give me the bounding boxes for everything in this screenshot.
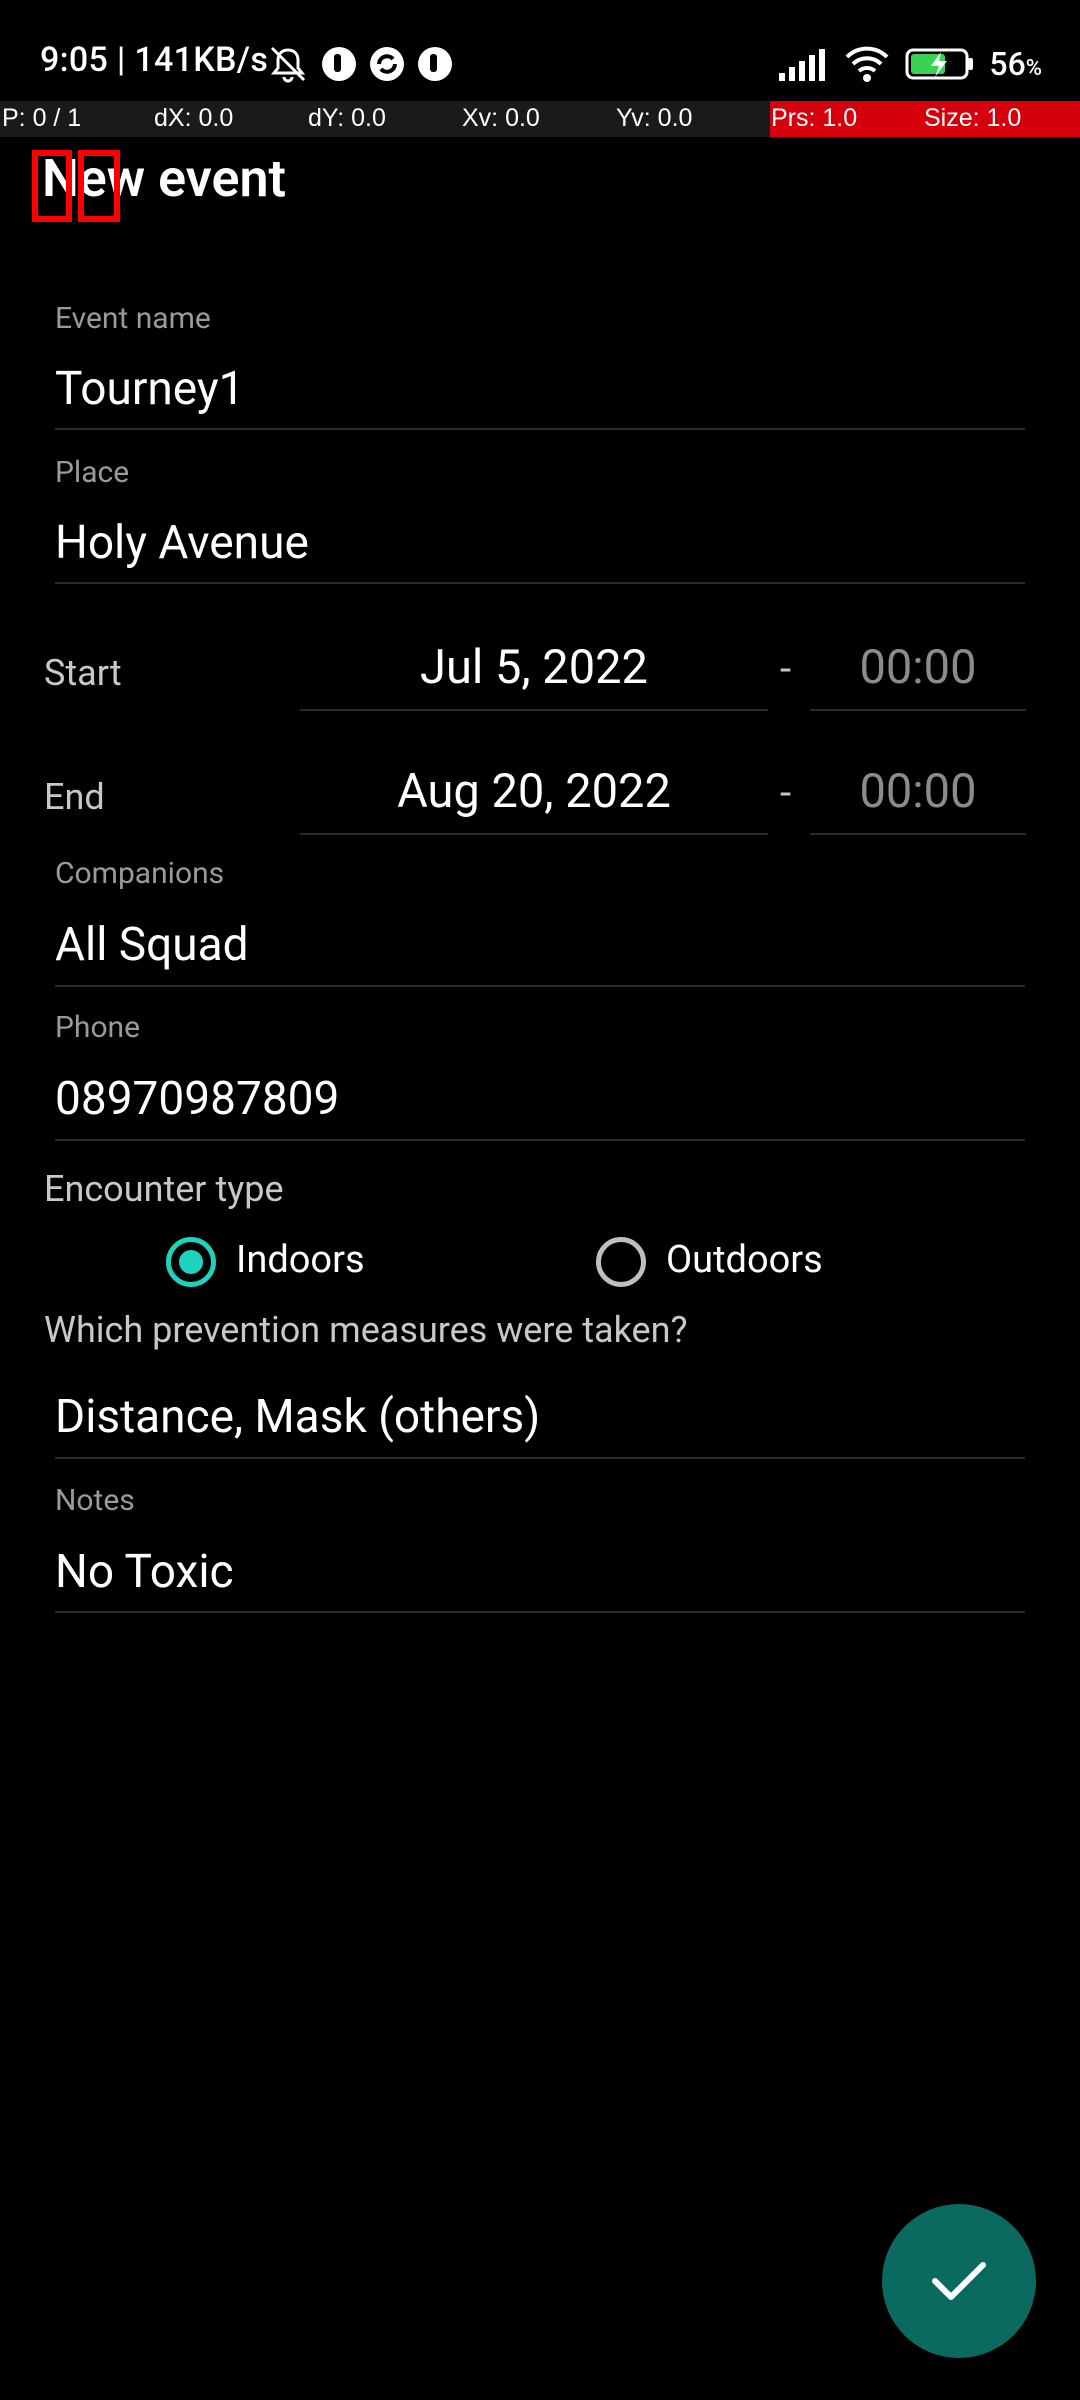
indoors-radio[interactable] bbox=[166, 1237, 216, 1287]
wifi-icon bbox=[845, 46, 889, 82]
outdoors-radio-label[interactable]: Outdoors bbox=[666, 1238, 823, 1282]
end-time-field[interactable]: 00:00 bbox=[810, 764, 1026, 819]
divider bbox=[810, 709, 1026, 711]
event-name-label: Event name bbox=[55, 301, 211, 336]
end-dash: - bbox=[780, 769, 792, 816]
divider bbox=[300, 833, 768, 835]
battery-percent: 56% bbox=[989, 45, 1042, 83]
save-fab-button[interactable] bbox=[882, 2204, 1036, 2358]
battery-charging-icon bbox=[905, 48, 974, 80]
start-time-field[interactable]: 00:00 bbox=[810, 640, 1026, 695]
signal-icon bbox=[779, 49, 826, 81]
overlay-dx: dX: 0.0 bbox=[154, 104, 234, 132]
divider bbox=[55, 582, 1025, 584]
start-label: Start bbox=[44, 652, 122, 694]
status-notification-icons bbox=[266, 44, 454, 84]
pointer-location-overlay: P: 0 / 1 dX: 0.0 dY: 0.0 Xv: 0.0 Yv: 0.0… bbox=[0, 101, 1080, 137]
app-notification-icon bbox=[322, 47, 356, 81]
companions-label: Companions bbox=[55, 856, 225, 891]
end-label: End bbox=[44, 776, 105, 818]
touch-marker bbox=[78, 150, 120, 222]
overlay-yv: Yv: 0.0 bbox=[616, 104, 693, 132]
divider bbox=[55, 1139, 1025, 1141]
overlay-size: Size: 1.0 bbox=[924, 104, 1022, 132]
overlay-pointer: P: 0 / 1 bbox=[2, 104, 82, 132]
notes-label: Notes bbox=[55, 1483, 135, 1518]
encounter-type-label: Encounter type bbox=[44, 1168, 284, 1210]
sync-notification-icon bbox=[370, 47, 404, 81]
divider bbox=[810, 833, 1026, 835]
notes-field[interactable]: No Toxic bbox=[55, 1545, 234, 1599]
divider bbox=[55, 985, 1025, 987]
phone-label: Phone bbox=[55, 1010, 141, 1045]
event-name-field[interactable]: Tourney1 bbox=[55, 362, 245, 416]
status-bar: 9:05 | 141KB/s 56% bbox=[0, 0, 1080, 100]
phone-field[interactable]: 08970987809 bbox=[55, 1072, 339, 1126]
overlay-xv: Xv: 0.0 bbox=[462, 104, 540, 132]
overlay-dy: dY: 0.0 bbox=[308, 104, 386, 132]
status-system-icons: 56% bbox=[777, 44, 1042, 84]
divider bbox=[55, 1457, 1025, 1459]
prevention-field[interactable]: Distance, Mask (others) bbox=[55, 1390, 540, 1444]
divider bbox=[55, 1611, 1025, 1613]
divider bbox=[300, 709, 768, 711]
app-notification-icon-2 bbox=[418, 47, 452, 81]
indoors-radio-label[interactable]: Indoors bbox=[236, 1238, 365, 1282]
overlay-pressure: Prs: 1.0 bbox=[771, 104, 858, 132]
check-icon bbox=[932, 2262, 986, 2300]
outdoors-radio[interactable] bbox=[596, 1237, 646, 1287]
status-time: 9:05 | 141KB/s bbox=[40, 40, 269, 80]
start-dash: - bbox=[780, 645, 792, 692]
bell-off-icon bbox=[270, 46, 306, 83]
end-date-field[interactable]: Aug 20, 2022 bbox=[300, 764, 768, 819]
place-label: Place bbox=[55, 455, 130, 490]
divider bbox=[55, 428, 1025, 430]
companions-field[interactable]: All Squad bbox=[55, 918, 249, 972]
touch-marker bbox=[32, 150, 72, 222]
prevention-label: Which prevention measures were taken? bbox=[44, 1309, 688, 1351]
start-date-field[interactable]: Jul 5, 2022 bbox=[300, 640, 768, 695]
place-field[interactable]: Holy Avenue bbox=[55, 516, 309, 570]
